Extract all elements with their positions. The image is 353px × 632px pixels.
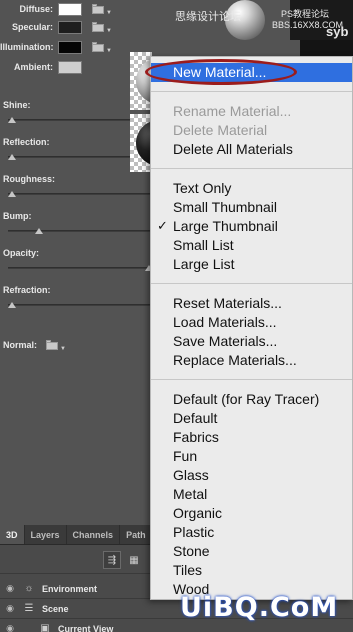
environment-icon: ☼ xyxy=(24,583,34,594)
texture-folder-icon[interactable]: ▼ xyxy=(92,22,112,34)
slider-thumb[interactable] xyxy=(8,191,16,197)
slider-track[interactable] xyxy=(8,230,153,232)
layer-name: Current View xyxy=(58,623,114,632)
menu-item[interactable]: Default xyxy=(173,410,217,426)
slider-label: Shine: xyxy=(3,100,31,110)
menu-item[interactable]: Metal xyxy=(173,486,207,502)
slider-label: Bump: xyxy=(3,211,32,221)
color-row: Illumination: ▼ xyxy=(0,39,112,55)
slider-label: Roughness: xyxy=(3,174,56,184)
slider-track[interactable] xyxy=(8,267,153,269)
color-row: Ambient: xyxy=(0,59,82,75)
layer-name: Environment xyxy=(42,583,98,594)
color-swatch[interactable] xyxy=(58,20,82,34)
slider-thumb[interactable] xyxy=(8,302,16,308)
watermark-partial: syb xyxy=(326,24,349,39)
texture-folder-icon[interactable]: ▼ xyxy=(92,42,112,54)
menu-separator xyxy=(151,379,352,380)
menu-separator xyxy=(151,283,352,284)
slider-label: Reflection: xyxy=(3,137,50,147)
menu-item: Delete Material xyxy=(173,122,268,138)
menu-item[interactable]: Reset Materials... xyxy=(173,295,282,311)
color-row: Diffuse: ▼ xyxy=(0,1,112,17)
annotation-oval xyxy=(145,59,297,85)
color-swatch[interactable] xyxy=(58,40,82,54)
menu-separator xyxy=(151,91,352,92)
menu-item[interactable]: Small List xyxy=(173,237,234,253)
slider-label: Opacity: xyxy=(3,248,40,258)
slider-label: Refraction: xyxy=(3,285,51,295)
scene-icon: ☰ xyxy=(24,603,34,614)
visibility-eye-icon[interactable]: ◉ xyxy=(0,603,20,614)
menu-item[interactable]: Delete All Materials xyxy=(173,141,293,157)
menu-item[interactable]: Plastic xyxy=(173,524,214,540)
visibility-eye-icon[interactable]: ◉ xyxy=(0,623,20,632)
slider-thumb[interactable] xyxy=(8,154,16,160)
camera-icon: ▣ xyxy=(40,623,50,632)
normal-label: Normal: xyxy=(3,340,38,350)
menu-item[interactable]: Tiles xyxy=(173,562,202,578)
menu-item[interactable]: Default (for Ray Tracer) xyxy=(173,391,319,407)
texture-folder-icon[interactable]: ▼ xyxy=(92,4,112,16)
tab-layers[interactable]: Layers xyxy=(25,525,67,544)
slider-track[interactable] xyxy=(8,304,153,306)
tab-3d[interactable]: 3D xyxy=(0,525,25,544)
tab-channels[interactable]: Channels xyxy=(67,525,121,544)
watermark-ps: PS教程论坛 xyxy=(281,9,330,19)
menu-item[interactable]: Replace Materials... xyxy=(173,352,297,368)
menu-item[interactable]: Fun xyxy=(173,448,197,464)
color-row-label: Diffuse: xyxy=(19,4,54,14)
color-row-label: Specular: xyxy=(11,22,53,32)
brand-watermark: UiBQ.CoM xyxy=(180,592,339,623)
filter-scene-icon[interactable]: ⇶ xyxy=(103,551,121,569)
normal-folder-icon[interactable]: ▼ xyxy=(46,340,66,352)
color-swatch[interactable] xyxy=(58,2,82,16)
checkmark-icon: ✓ xyxy=(157,218,168,233)
slider-thumb[interactable] xyxy=(35,228,44,234)
material-thumbnail[interactable] xyxy=(130,52,152,110)
watermark-cn: 思缘设计论坛 xyxy=(175,11,241,23)
menu-item: Rename Material... xyxy=(173,103,292,119)
color-row: Specular: ▼ xyxy=(0,19,112,35)
color-row-label: Ambient: xyxy=(14,62,53,72)
tab-paths[interactable]: Path xyxy=(120,525,153,544)
material-thumbnail[interactable] xyxy=(130,114,152,172)
menu-item[interactable]: Fabrics xyxy=(173,429,219,445)
menu-item[interactable]: Organic xyxy=(173,505,222,521)
menu-item[interactable]: Large Thumbnail xyxy=(173,218,278,234)
slider-thumb[interactable] xyxy=(8,117,16,123)
menu-item[interactable]: Text Only xyxy=(173,180,231,196)
menu-separator xyxy=(151,168,352,169)
slider-track[interactable] xyxy=(8,193,153,195)
filter-meshes-icon[interactable]: ▦ xyxy=(125,551,143,569)
menu-item[interactable]: Small Thumbnail xyxy=(173,199,277,215)
menu-item[interactable]: Glass xyxy=(173,467,209,483)
menu-item[interactable]: Stone xyxy=(173,543,210,559)
menu-item[interactable]: Save Materials... xyxy=(173,333,277,349)
menu-item[interactable]: Large List xyxy=(173,256,234,272)
materials-flyout-menu: New Material... Rename Material... Delete … xyxy=(150,56,353,600)
color-swatch[interactable] xyxy=(58,60,82,74)
menu-item[interactable]: Load Materials... xyxy=(173,314,277,330)
visibility-eye-icon[interactable]: ◉ xyxy=(0,583,20,594)
layer-name: Scene xyxy=(42,603,69,614)
normal-row: Normal: ▼ xyxy=(0,337,66,353)
color-row-label: Illumination: xyxy=(0,42,54,52)
